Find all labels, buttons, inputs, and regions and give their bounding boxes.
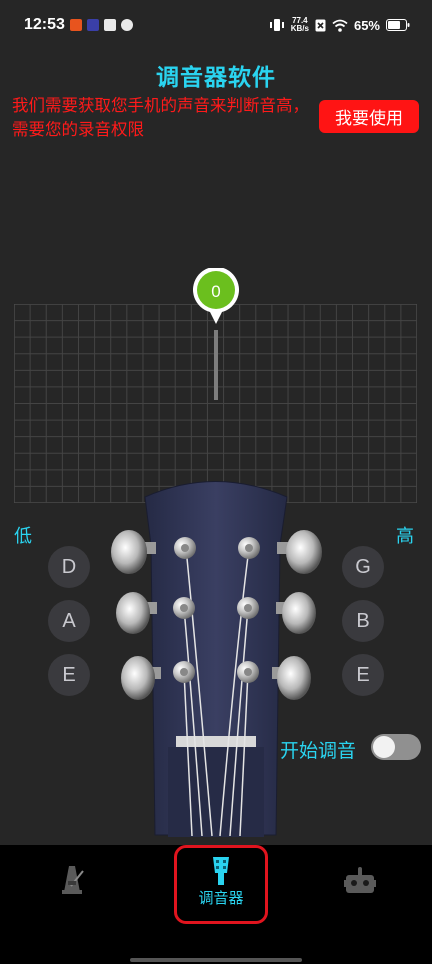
high-label: 高	[396, 526, 414, 547]
start-tuning-label: 开始调音	[280, 740, 357, 762]
status-right-group: 77.4 KB/s 65%	[269, 15, 410, 35]
string-button-low-e[interactable]: E	[48, 654, 90, 696]
notification-app-icon	[70, 19, 82, 31]
vibrate-icon	[269, 19, 284, 31]
toggle-knob	[373, 736, 395, 758]
nav-metronome[interactable]	[58, 863, 88, 895]
notification-play-icon	[87, 19, 99, 31]
notification-box-icon	[104, 19, 116, 31]
status-bar: 12:53 77.4 KB/s 65%	[0, 0, 432, 52]
wifi-icon	[332, 19, 348, 32]
permission-message: 我们需要获取您手机的声音来判断音高，需要您的录音权限	[12, 96, 309, 139]
use-button[interactable]: 我要使用	[319, 100, 419, 133]
battery-percent: 65%	[353, 17, 380, 33]
active-tab-highlight	[174, 845, 268, 924]
notification-link-icon	[121, 19, 133, 31]
net-speed: 77.4 KB/s	[290, 16, 309, 33]
robot-icon	[344, 867, 376, 893]
low-label: 低	[14, 526, 32, 547]
metronome-icon	[62, 866, 84, 894]
string-button-a[interactable]: A	[48, 600, 90, 642]
pitch-value: 0	[211, 282, 221, 301]
no-sim-icon	[315, 19, 326, 31]
nav-robot[interactable]	[344, 867, 376, 895]
string-button-high-e[interactable]: E	[342, 654, 384, 696]
start-tuning-toggle[interactable]	[371, 734, 421, 760]
app-title: 调音器软件	[156, 65, 276, 91]
battery-icon	[386, 19, 410, 31]
home-indicator[interactable]	[130, 958, 302, 962]
string-button-b[interactable]: B	[342, 600, 384, 642]
status-time: 12:53	[24, 16, 65, 33]
string-button-d[interactable]: D	[48, 546, 90, 588]
string-button-g[interactable]: G	[342, 546, 384, 588]
pitch-needle	[214, 330, 218, 400]
